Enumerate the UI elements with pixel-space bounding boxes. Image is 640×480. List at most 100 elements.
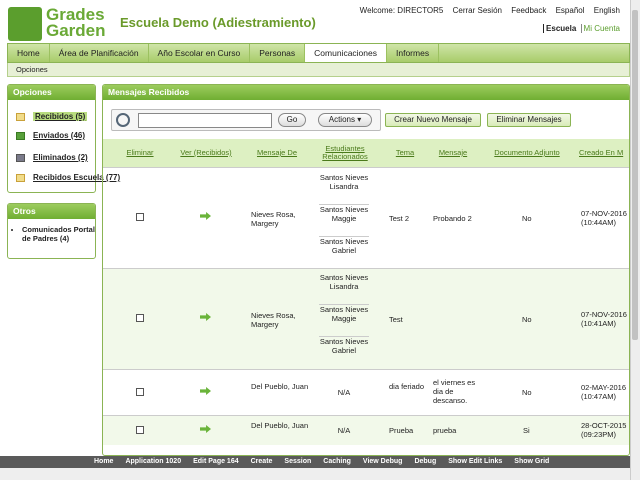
grades-garden-logo[interactable]: Grades Garden bbox=[8, 6, 118, 43]
leaf-logo-icon bbox=[8, 7, 42, 41]
main-nav: Home Área de Planificación Año Escolar e… bbox=[7, 43, 630, 63]
row-checkbox[interactable] bbox=[136, 213, 144, 221]
tab-reports[interactable]: Informes bbox=[387, 44, 440, 62]
search-input[interactable] bbox=[138, 113, 272, 128]
scope-school[interactable]: Escuela bbox=[543, 24, 577, 33]
row-checkbox[interactable] bbox=[136, 426, 144, 434]
header: Grades Garden Escuela Demo (Adiestramien… bbox=[0, 0, 640, 44]
row-created: 07-NOV-2016 (10:41AM) bbox=[581, 310, 627, 328]
view-arrow-icon[interactable] bbox=[200, 313, 211, 321]
col-created[interactable]: Creado En M bbox=[579, 139, 629, 167]
tab-communications[interactable]: Comunicaciones bbox=[305, 44, 387, 62]
tab-people[interactable]: Personas bbox=[250, 44, 306, 62]
view-arrow-icon[interactable] bbox=[200, 387, 211, 395]
row-checkbox[interactable] bbox=[136, 314, 144, 322]
student-name: Santos Nieves Maggie bbox=[319, 305, 369, 337]
table-header: Eliminar Ver (Recibidos) Mensaje De Estu… bbox=[103, 139, 629, 167]
actions-button[interactable]: Actions ▾ bbox=[318, 113, 372, 127]
go-button[interactable]: Go bbox=[278, 113, 306, 127]
dev-home-link[interactable]: Home bbox=[94, 456, 113, 468]
col-attachment[interactable]: Documento Adjunto bbox=[487, 139, 567, 167]
delete-messages-button[interactable]: Eliminar Mensajes bbox=[487, 113, 571, 127]
spanish-link[interactable]: Español bbox=[556, 6, 585, 15]
trash-icon bbox=[16, 153, 25, 162]
vertical-scrollbar[interactable] bbox=[630, 0, 640, 480]
student-name: Santos Nieves Lisandra bbox=[319, 273, 369, 305]
row-subject: Prueba bbox=[389, 426, 414, 435]
dev-session-link[interactable]: Session bbox=[284, 456, 311, 468]
dev-show-edit-links[interactable]: Show Edit Links bbox=[448, 456, 502, 468]
app-title: Escuela Demo (Adiestramiento) bbox=[120, 15, 316, 30]
row-attachment: Si bbox=[523, 426, 530, 435]
others-title: Otros bbox=[8, 204, 95, 219]
row-created: 02-MAY-2016 (10:47AM) bbox=[581, 383, 627, 401]
col-subject[interactable]: Tema bbox=[387, 139, 423, 167]
subnav-options[interactable]: Opciones bbox=[7, 63, 630, 77]
row-subject: Test 2 bbox=[389, 214, 410, 223]
col-students[interactable]: Estudiantes Relacionados bbox=[315, 139, 375, 167]
search-icon[interactable] bbox=[116, 113, 130, 127]
row-attachment: No bbox=[522, 214, 532, 223]
dev-application-link[interactable]: Application 1020 bbox=[125, 456, 181, 468]
scope-my-account[interactable]: Mi Cuenta bbox=[580, 24, 620, 33]
sidebar-item-deleted[interactable]: Eliminados (2) bbox=[16, 153, 88, 162]
row-from: Nieves Rosa, Margery bbox=[251, 210, 296, 228]
student-name: Santos Nieves Maggie bbox=[319, 205, 369, 237]
tab-planning[interactable]: Área de Planificación bbox=[50, 44, 149, 62]
tab-school-year[interactable]: Año Escolar en Curso bbox=[149, 44, 251, 62]
row-subject: Test bbox=[389, 315, 403, 324]
row-from: Nieves Rosa, Margery bbox=[251, 311, 296, 329]
send-icon bbox=[16, 131, 25, 140]
horizontal-scrollbar[interactable] bbox=[0, 468, 630, 480]
messages-panel: Mensajes Recibidos Go Actions ▾ Crear Nu… bbox=[102, 84, 630, 456]
view-arrow-icon[interactable] bbox=[200, 212, 211, 220]
table-row: Del Pueblo, Juan N/A Prueba prueba Si 28… bbox=[103, 415, 629, 445]
logo-line2: Garden bbox=[46, 21, 106, 40]
dev-create-link[interactable]: Create bbox=[251, 456, 273, 468]
logout-link[interactable]: Cerrar Sesión bbox=[453, 6, 502, 15]
parent-portal-link[interactable]: Comunicados Portal de Padres (4) bbox=[22, 225, 95, 243]
dev-caching-link[interactable]: Caching bbox=[323, 456, 351, 468]
scope-switcher: Escuela Mi Cuenta bbox=[543, 24, 620, 33]
student-name: N/A bbox=[337, 388, 351, 397]
student-name: N/A bbox=[337, 426, 351, 435]
row-from: Del Pueblo, Juan bbox=[251, 382, 309, 391]
row-attachment: No bbox=[522, 388, 532, 397]
table-row: Nieves Rosa, Margery Santos Nieves Lisan… bbox=[103, 268, 629, 369]
english-link[interactable]: English bbox=[594, 6, 620, 15]
view-arrow-icon[interactable] bbox=[200, 425, 211, 433]
others-panel: Otros Comunicados Portal de Padres (4) bbox=[7, 203, 96, 259]
student-name: Santos Nieves Gabriel bbox=[319, 337, 369, 355]
col-view[interactable]: Ver (Recibidos) bbox=[171, 139, 241, 167]
table-row: Nieves Rosa, Margery Santos Nieves Lisan… bbox=[103, 167, 629, 268]
row-checkbox[interactable] bbox=[136, 388, 144, 396]
dev-debug-link[interactable]: Debug bbox=[414, 456, 436, 468]
sidebar-item-received[interactable]: Recibidos (5) bbox=[16, 112, 88, 121]
student-name: Santos Nieves Lisandra bbox=[319, 173, 369, 205]
welcome-text: Welcome: DIRECTOR5 bbox=[359, 6, 444, 15]
chevron-down-icon: ▾ bbox=[357, 115, 362, 124]
row-message: Probando 2 bbox=[433, 214, 472, 223]
row-message: prueba bbox=[433, 426, 457, 435]
row-attachment: No bbox=[522, 315, 532, 324]
dev-edit-page-link[interactable]: Edit Page 164 bbox=[193, 456, 239, 468]
new-message-button[interactable]: Crear Nuevo Mensaje bbox=[385, 113, 481, 127]
row-from: Del Pueblo, Juan bbox=[251, 421, 309, 430]
row-subject: dia feriado bbox=[389, 382, 425, 391]
scrollbar-thumb[interactable] bbox=[632, 10, 638, 340]
developer-toolbar: Home Application 1020 Edit Page 164 Crea… bbox=[0, 456, 640, 468]
dev-view-debug-link[interactable]: View Debug bbox=[363, 456, 403, 468]
col-from[interactable]: Mensaje De bbox=[247, 139, 307, 167]
table-row: Del Pueblo, Juan N/A dia feriado el vier… bbox=[103, 369, 629, 415]
options-panel: Opciones Recibidos (5) Enviados (46) Eli… bbox=[7, 84, 120, 193]
sidebar-item-sent[interactable]: Enviados (46) bbox=[16, 131, 85, 140]
tab-home[interactable]: Home bbox=[8, 44, 50, 62]
col-delete[interactable]: Eliminar bbox=[111, 139, 169, 167]
dev-show-grid-link[interactable]: Show Grid bbox=[514, 456, 549, 468]
welcome-bar: Welcome: DIRECTOR5 Cerrar Sesión Feedbac… bbox=[353, 6, 620, 15]
options-title: Opciones bbox=[8, 85, 95, 100]
folder-icon bbox=[16, 112, 25, 121]
row-message: el viernes es dia de descanso. bbox=[433, 378, 476, 405]
col-message[interactable]: Mensaje bbox=[431, 139, 475, 167]
feedback-link[interactable]: Feedback bbox=[511, 6, 546, 15]
